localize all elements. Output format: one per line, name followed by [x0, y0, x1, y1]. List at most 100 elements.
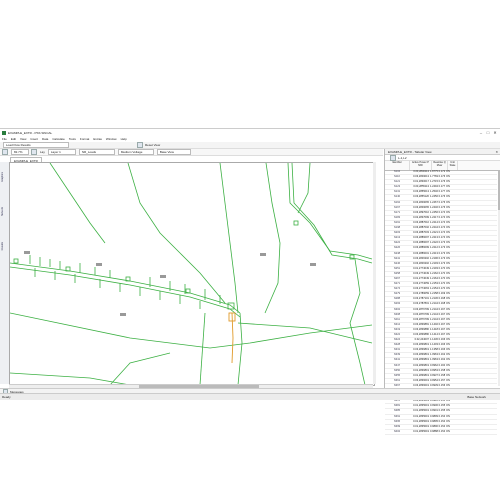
- zoom-icon[interactable]: [2, 149, 8, 155]
- cell-identifier: N361: [393, 378, 401, 382]
- network-line: [237, 312, 243, 385]
- filter-icon[interactable]: [390, 154, 396, 161]
- cell-reactive-power: 1.2154 0.170: [430, 287, 445, 291]
- cell-identifier: N191: [393, 220, 401, 224]
- results-dropdown[interactable]: Load Flow Results: [3, 142, 69, 148]
- cell-reactive-power: 1.2244 0.174: [430, 226, 445, 230]
- network-line: [219, 163, 239, 314]
- view-dropdown[interactable]: Base View: [156, 149, 191, 155]
- cell-reactive-power: 1.2164 0.170: [430, 276, 445, 280]
- cell-identifier: N171: [393, 210, 401, 214]
- cell-active-power: 0.01,2835019: [413, 419, 429, 423]
- cell-active-power: 0.02,244007: [414, 338, 429, 342]
- cell-reactive-power: 1.2144 0.167: [430, 312, 445, 316]
- column-header-state[interactable]: Unit State: [448, 161, 458, 170]
- cell-reactive-power: 0.9899 0.154: [430, 414, 445, 418]
- cell-identifier: N222: [393, 241, 401, 245]
- menu-extras[interactable]: Extras: [93, 137, 102, 141]
- zoom-dropdown[interactable]: 82.7%: [11, 149, 29, 155]
- menu-edit[interactable]: Edit: [11, 137, 16, 141]
- cell-reactive-power: 1.2214 0.174: [430, 220, 445, 224]
- menu-insert[interactable]: Insert: [30, 137, 38, 141]
- cell-active-power: 0.03,2836880: [413, 333, 429, 336]
- cell-active-power: 0.03,2836881: [413, 322, 429, 326]
- cell-reactive-power: 1.2193 0.170: [430, 266, 445, 270]
- cell-identifier: N312: [393, 322, 401, 326]
- cell-identifier: N131: [393, 190, 401, 194]
- map-vertical-scrollbar[interactable]: [373, 162, 376, 384]
- close-window-button[interactable]: ✕: [492, 130, 498, 135]
- cell-identifier: N246: [393, 261, 401, 265]
- column-header-identifier[interactable]: Identifier: [385, 161, 410, 170]
- cell-state: ON: [446, 210, 450, 214]
- toolbar-view: 82.7% Lay Layer 1 NR_Loads Medium Voltag…: [0, 149, 383, 156]
- layer-dropdown[interactable]: Layer 1: [47, 149, 76, 155]
- cell-state: ON: [446, 327, 450, 331]
- voltage-level-dropdown[interactable]: Medium Voltage: [117, 149, 154, 155]
- cell-active-power: 0.03,2886097: [413, 241, 429, 245]
- menu-calculate[interactable]: Calculate: [52, 137, 65, 141]
- cell-active-power: 0.03,2846113: [413, 170, 429, 173]
- cell-active-power: 0.03,2887003: [413, 231, 429, 235]
- minimize-button[interactable]: –: [478, 130, 484, 135]
- cell-state: ON: [446, 419, 450, 423]
- cell-active-power: 0.03,2855013: [413, 190, 429, 194]
- cell-reactive-power: 1.2217 0.174: [430, 215, 445, 219]
- close-tab-button[interactable]: ✕: [492, 150, 500, 154]
- cell-reactive-power: 0.9937 0.158: [430, 373, 445, 377]
- cell-state: ON: [446, 373, 450, 377]
- menu-view[interactable]: View: [20, 137, 26, 141]
- menu-format[interactable]: Format: [80, 137, 90, 141]
- cell-reactive-power: 1.1414 0.167: [430, 333, 445, 336]
- menu-help[interactable]: Help: [121, 137, 127, 141]
- cell-reactive-power: 0.9953 0.158: [430, 368, 445, 372]
- element-type-dropdown[interactable]: NR_Loads: [78, 149, 115, 155]
- cell-state: ON: [446, 363, 450, 367]
- cell-identifier: N381: [393, 404, 401, 408]
- side-tab-network[interactable]: Network: [1, 207, 7, 216]
- node-label-box: [120, 313, 126, 316]
- tab-tabular-view[interactable]: EXAMPLE_EXTR - Tabular View: [385, 150, 435, 154]
- cell-active-power: 0.03,2787801: [413, 302, 429, 306]
- cell-active-power: 0.01,2835019: [413, 414, 429, 418]
- cell-reactive-power: 1.2221 0.174: [430, 231, 445, 235]
- cell-state: ON: [446, 251, 450, 255]
- reset-view-button[interactable]: Reset View: [145, 143, 160, 147]
- cell-reactive-power: 1.2193 0.173: [430, 261, 445, 265]
- network-diagram[interactable]: [10, 163, 374, 385]
- column-header-active-power[interactable]: Active Power P MW: [410, 161, 432, 170]
- menu-window[interactable]: Window: [106, 137, 117, 141]
- selected-line: [231, 312, 234, 364]
- cell-state: ON: [446, 358, 450, 362]
- network-graphics-canvas[interactable]: [9, 162, 375, 386]
- cell-state: ON: [446, 180, 450, 184]
- cell-identifier: N251: [393, 266, 401, 270]
- reset-view-icon[interactable]: [137, 142, 143, 148]
- cell-identifier: N121: [393, 180, 401, 184]
- side-tab-graphics[interactable]: Graphics: [1, 172, 7, 182]
- cell-reactive-power: 1.1358 0.166: [430, 348, 445, 352]
- cell-active-power: 0.03,2849013: [413, 175, 429, 179]
- phase-selector[interactable]: L-1,L2: [398, 156, 407, 160]
- cell-reactive-power: 1.2196 0.173: [430, 256, 445, 260]
- column-header-reactive-power[interactable]: Reactive Q Mvar: [432, 161, 448, 170]
- menu-data[interactable]: Data: [42, 137, 48, 141]
- tabular-view-panel: EXAMPLE_EXTR - Tabular View ✕ L-1,L2 Ide…: [384, 149, 500, 435]
- cell-reactive-power: 1.2456 0.174: [430, 210, 445, 214]
- maximize-button[interactable]: □: [485, 130, 491, 135]
- cell-active-power: 0.03,2887002: [413, 226, 429, 230]
- menu-file[interactable]: File: [2, 137, 7, 141]
- network-line: [199, 312, 206, 385]
- cell-reactive-power: 1.2144 0.167: [430, 307, 445, 311]
- cell-identifier: N226: [393, 246, 401, 250]
- network-line: [237, 322, 373, 344]
- cell-identifier: N302: [393, 307, 401, 311]
- table-row[interactable]: N402 0.01,2835019 0.9888 0.154 ON: [385, 430, 497, 435]
- pan-icon[interactable]: [31, 149, 37, 155]
- cell-active-power: 0.03,2886099: [413, 246, 429, 250]
- cell-state: ON: [446, 256, 450, 260]
- node-label-box: [24, 251, 30, 254]
- cell-identifier: N293: [393, 302, 401, 306]
- side-tab-results[interactable]: Results: [1, 242, 7, 250]
- menu-tools[interactable]: Tools: [69, 137, 76, 141]
